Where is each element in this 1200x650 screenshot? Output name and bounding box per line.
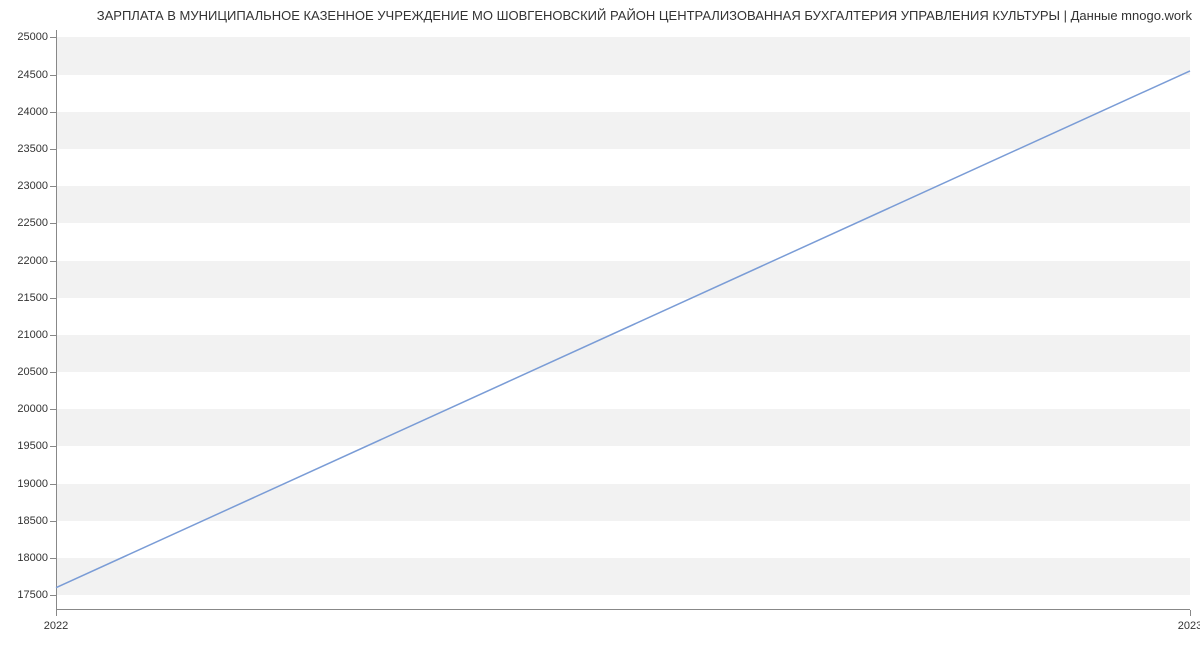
- chart-title: ЗАРПЛАТА В МУНИЦИПАЛЬНОЕ КАЗЕННОЕ УЧРЕЖД…: [8, 8, 1192, 23]
- y-tick-label: 17500: [4, 589, 48, 601]
- y-tick-label: 23000: [4, 180, 48, 192]
- y-tick-label: 22000: [4, 255, 48, 267]
- y-tick-label: 19500: [4, 440, 48, 452]
- y-tick-label: 22500: [4, 217, 48, 229]
- y-tick-label: 25000: [4, 31, 48, 43]
- x-tick-label: 2023: [1178, 620, 1200, 632]
- y-tick-label: 24500: [4, 69, 48, 81]
- y-tick-label: 19000: [4, 478, 48, 490]
- plot-area: 1750018000185001900019500200002050021000…: [56, 30, 1190, 610]
- x-tick-label: 2022: [44, 620, 68, 632]
- x-tick: [1190, 610, 1191, 616]
- series-line: [56, 71, 1190, 588]
- y-tick-label: 23500: [4, 143, 48, 155]
- y-tick-label: 24000: [4, 106, 48, 118]
- y-tick-label: 18500: [4, 515, 48, 527]
- y-tick-label: 21000: [4, 329, 48, 341]
- x-tick: [56, 610, 57, 616]
- y-tick-label: 20500: [4, 366, 48, 378]
- y-tick-label: 18000: [4, 552, 48, 564]
- y-tick-label: 20000: [4, 403, 48, 415]
- line-layer: [56, 30, 1190, 610]
- y-tick-label: 21500: [4, 292, 48, 304]
